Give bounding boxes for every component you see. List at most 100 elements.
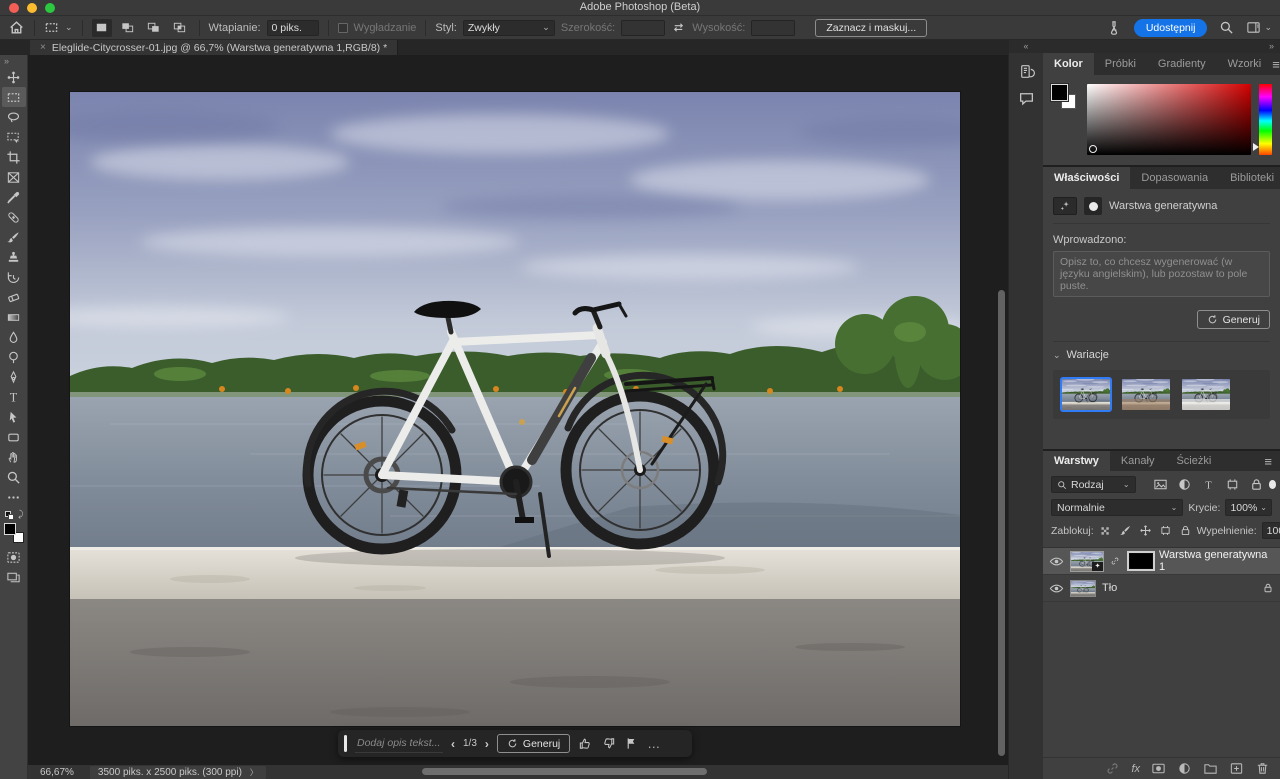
hue-slider[interactable]: [1259, 84, 1272, 155]
visibility-eye-icon[interactable]: [1049, 581, 1064, 596]
filter-type-layers-icon[interactable]: T: [1201, 477, 1216, 492]
variation-thumbnail-2[interactable]: [1120, 377, 1172, 412]
thumbs-up-button[interactable]: [578, 736, 593, 751]
feather-input[interactable]: [267, 20, 319, 36]
lock-transparency-icon[interactable]: [1099, 524, 1112, 537]
document-info[interactable]: 3500 piks. x 2500 piks. (300 ppi) 〉: [90, 766, 266, 779]
foreground-color-swatch[interactable]: [1051, 84, 1068, 101]
default-swap-colors[interactable]: ⤸: [4, 511, 24, 521]
prev-variation-button[interactable]: ‹: [451, 737, 455, 751]
lock-pixels-icon[interactable]: [1119, 524, 1132, 537]
panel-menu-icon[interactable]: ≡: [1264, 454, 1272, 469]
lock-artboard-icon[interactable]: [1159, 524, 1172, 537]
hue-cursor-icon[interactable]: [1253, 143, 1259, 151]
vertical-scrollbar[interactable]: [998, 290, 1005, 756]
layer-style-button[interactable]: fx: [1131, 763, 1140, 775]
toolbar-expand-icon[interactable]: »: [4, 57, 9, 67]
subtract-selection-mode-button[interactable]: [144, 19, 164, 37]
antialias-checkbox[interactable]: [338, 23, 348, 33]
history-brush-tool[interactable]: [2, 267, 26, 287]
filter-pixel-layers-icon[interactable]: [1153, 477, 1168, 492]
history-panel-icon[interactable]: [1018, 63, 1035, 80]
tab-properties[interactable]: Właściwości: [1043, 167, 1130, 189]
status-chevron-icon[interactable]: 〉: [250, 767, 258, 778]
path-selection-tool[interactable]: [2, 407, 26, 427]
add-adjustment-button[interactable]: [1177, 761, 1192, 776]
taskbar-drag-handle[interactable]: [344, 735, 347, 752]
opacity-value-box[interactable]: 100% ⌄: [1225, 499, 1272, 516]
tab-patterns[interactable]: Wzorki: [1217, 53, 1273, 75]
share-button[interactable]: Udostępnij: [1134, 19, 1208, 37]
layer-name[interactable]: Tło: [1102, 582, 1117, 594]
chevron-down-icon[interactable]: ⌄: [1264, 22, 1272, 33]
blend-mode-select[interactable]: Normalnie ⌄: [1051, 499, 1183, 516]
style-select[interactable]: Zwykły ⌄: [463, 20, 555, 36]
select-and-mask-button[interactable]: Zaznacz i maskuj...: [815, 19, 927, 37]
tool-preset-chevron-icon[interactable]: ⌄: [65, 22, 73, 33]
move-tool[interactable]: [2, 67, 26, 87]
document-tab[interactable]: × Eleglide-Citycrosser-01.jpg @ 66,7% (W…: [30, 40, 398, 55]
pen-tool[interactable]: [2, 367, 26, 387]
lock-position-icon[interactable]: [1139, 524, 1152, 537]
tab-gradients[interactable]: Gradienty: [1147, 53, 1217, 75]
variations-section-header[interactable]: ⌄ Wariacje: [1053, 341, 1270, 361]
delete-layer-button[interactable]: [1255, 761, 1270, 776]
clone-stamp-tool[interactable]: [2, 247, 26, 267]
generative-taskbar[interactable]: ‹ 1/3 › Generuj …: [338, 730, 692, 757]
horizontal-scrollbar[interactable]: [422, 768, 707, 775]
marquee-tool-icon[interactable]: [44, 20, 59, 35]
gradient-tool[interactable]: [2, 307, 26, 327]
collapse-panels-button[interactable]: «: [1009, 40, 1043, 53]
lock-all-icon[interactable]: [1179, 524, 1192, 537]
color-cursor[interactable]: [1089, 145, 1097, 153]
lasso-tool[interactable]: [2, 107, 26, 127]
type-tool[interactable]: T: [2, 387, 26, 407]
search-icon[interactable]: [1219, 20, 1234, 35]
tab-color[interactable]: Kolor: [1043, 53, 1094, 75]
height-input[interactable]: [751, 20, 795, 36]
brush-tool[interactable]: [2, 227, 26, 247]
variation-thumbnail-1[interactable]: [1060, 377, 1112, 412]
layer-row-generative[interactable]: ✦ Warstwa generatywna 1: [1043, 548, 1280, 575]
rectangular-marquee-tool[interactable]: [2, 87, 26, 107]
swap-dimensions-icon[interactable]: [671, 20, 686, 35]
color-swatches[interactable]: [4, 523, 24, 543]
layer-thumbnail[interactable]: ✦: [1070, 551, 1104, 572]
tab-channels[interactable]: Kanały: [1110, 451, 1166, 471]
layer-row-background[interactable]: Tło: [1043, 575, 1280, 602]
quick-mask-button[interactable]: [2, 547, 26, 567]
crop-tool[interactable]: [2, 147, 26, 167]
fill-value-box[interactable]: 100% ⌄: [1262, 522, 1280, 539]
filter-shape-layers-icon[interactable]: [1225, 477, 1240, 492]
dodge-tool[interactable]: [2, 347, 26, 367]
intersect-selection-mode-button[interactable]: [170, 19, 190, 37]
zoom-level[interactable]: 66,67%: [40, 767, 74, 778]
new-group-button[interactable]: [1203, 761, 1218, 776]
panel-menu-icon[interactable]: ≡: [1272, 57, 1280, 72]
tab-paths[interactable]: Ścieżki: [1165, 451, 1222, 471]
screen-mode-button[interactable]: [2, 567, 26, 587]
prompt-textarea[interactable]: [1053, 251, 1270, 297]
filter-toggle-pill[interactable]: [1269, 480, 1276, 489]
healing-brush-tool[interactable]: [2, 207, 26, 227]
saturation-brightness-field[interactable]: [1087, 84, 1251, 155]
filter-smart-objects-icon[interactable]: [1249, 477, 1264, 492]
variation-thumbnail-3[interactable]: [1180, 377, 1232, 412]
expand-panels-button[interactable]: »: [1043, 40, 1280, 53]
blur-tool[interactable]: [2, 327, 26, 347]
next-variation-button[interactable]: ›: [485, 737, 489, 751]
document-canvas[interactable]: [70, 92, 960, 726]
beta-flask-icon[interactable]: [1106, 20, 1122, 36]
layer-mask-thumbnail[interactable]: [1129, 553, 1153, 569]
width-input[interactable]: [621, 20, 665, 36]
layer-name[interactable]: Warstwa generatywna 1: [1159, 549, 1274, 573]
new-selection-mode-button[interactable]: [92, 19, 112, 37]
tab-adjustments[interactable]: Dopasowania: [1130, 167, 1219, 189]
report-flag-button[interactable]: [624, 736, 639, 751]
foreground-color-swatch[interactable]: [4, 523, 16, 535]
tab-libraries[interactable]: Biblioteki: [1219, 167, 1280, 189]
shape-tool[interactable]: [2, 427, 26, 447]
mask-link-icon[interactable]: [1110, 555, 1120, 567]
thumbs-down-button[interactable]: [601, 736, 616, 751]
zoom-tool[interactable]: [2, 467, 26, 487]
